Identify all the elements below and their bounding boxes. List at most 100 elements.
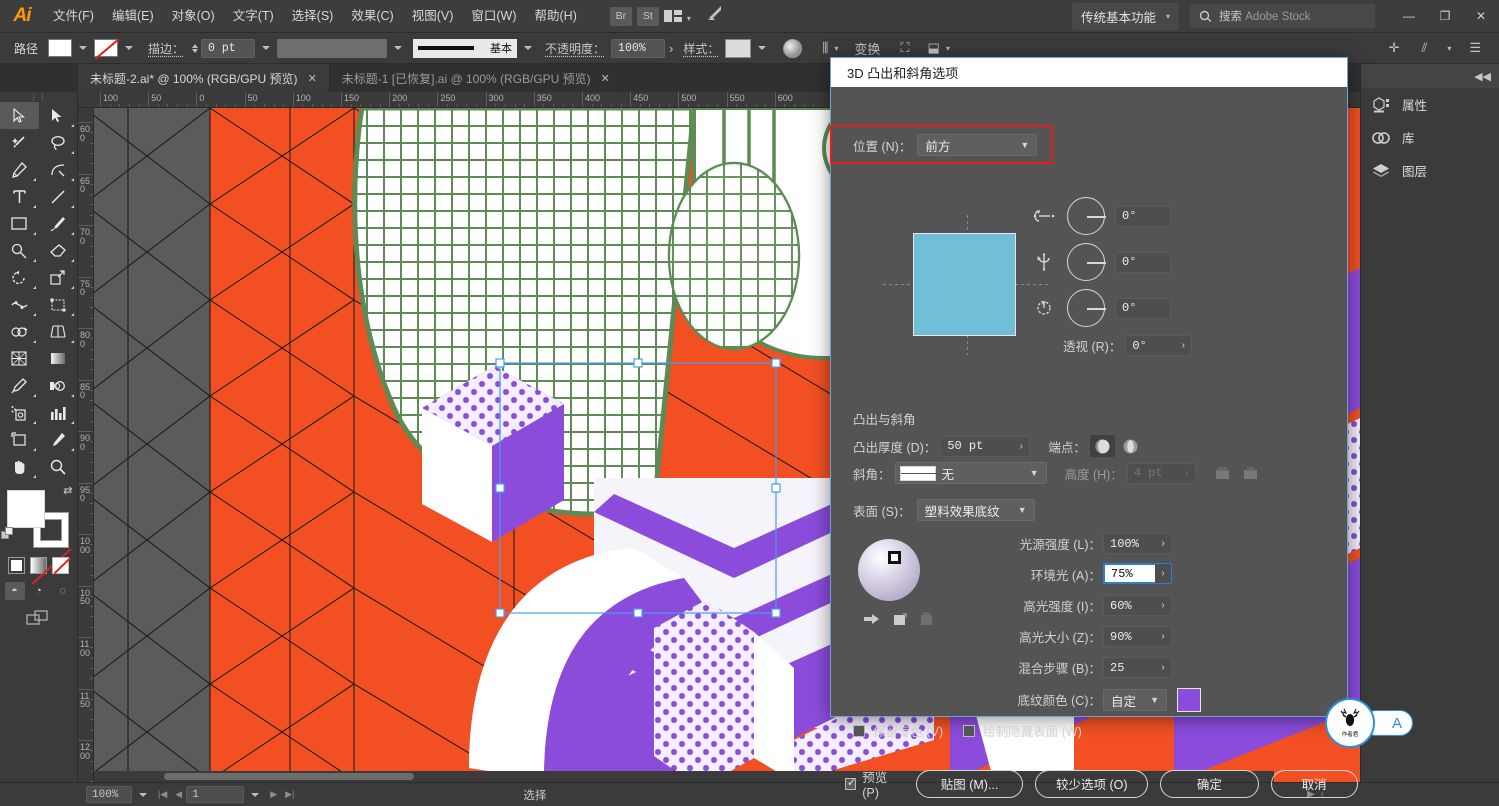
paintbrush-tool[interactable]: [39, 210, 78, 237]
collapse-panels-button[interactable]: ◀◀: [1361, 64, 1499, 88]
blend-steps-input[interactable]: 25: [1103, 657, 1155, 678]
preserve-spot-checkbox[interactable]: [853, 724, 865, 737]
stroke-weight-dropdown-icon[interactable]: [262, 46, 271, 50]
free-transform-tool[interactable]: [39, 291, 78, 318]
ambient-light-input[interactable]: 75%: [1103, 563, 1155, 584]
stroke-dropdown-icon[interactable]: [125, 46, 134, 50]
hand-tool[interactable]: [0, 453, 39, 480]
y-rotate-input[interactable]: 0°: [1115, 251, 1171, 273]
fill-swatch[interactable]: [48, 39, 73, 57]
highlight-size-arrow[interactable]: ›: [1155, 626, 1172, 647]
stock-icon[interactable]: St: [636, 6, 659, 26]
swap-fill-stroke-icon[interactable]: ⇄: [63, 484, 72, 497]
prev-artboard-icon[interactable]: ◀: [171, 789, 186, 800]
gradient-tool[interactable]: [39, 345, 78, 372]
style-dropdown-icon[interactable]: [758, 46, 767, 50]
slice-tool[interactable]: [39, 426, 78, 453]
zoom-dropdown-icon[interactable]: [139, 792, 147, 797]
bridge-icon[interactable]: Br: [609, 6, 632, 26]
ok-button[interactable]: 确定: [1160, 769, 1259, 798]
style-label[interactable]: 样式：: [683, 40, 719, 57]
menu-select[interactable]: 选择(S): [283, 0, 343, 33]
stroke-swatch[interactable]: [94, 39, 119, 57]
z-rotate-dial[interactable]: [1067, 289, 1106, 327]
zoom-level-input[interactable]: 100%: [86, 786, 132, 803]
draw-behind-button[interactable]: ◔: [29, 582, 49, 600]
draw-hidden-checkbox[interactable]: [963, 724, 976, 737]
transform-label[interactable]: 变换: [850, 39, 884, 58]
rectangle-tool[interactable]: [0, 210, 39, 237]
light-intensity-input[interactable]: 100%: [1103, 533, 1155, 554]
close-icon[interactable]: ✕: [601, 72, 610, 85]
direct-selection-tool[interactable]: [39, 102, 78, 129]
preview-checkbox[interactable]: [845, 776, 856, 790]
opacity-input[interactable]: 100%: [611, 38, 666, 58]
horizontal-scroll-thumb[interactable]: [164, 773, 414, 780]
zoom-tool[interactable]: [39, 453, 78, 480]
bevel-select[interactable]: 无 ▼: [894, 462, 1047, 484]
new-light-icon[interactable]: [894, 612, 907, 629]
stroke-stepper[interactable]: [192, 43, 199, 53]
symbol-sprayer-tool[interactable]: [0, 399, 39, 426]
distribute-icon[interactable]: ⫽: [1418, 40, 1432, 56]
cap-hollow-button[interactable]: [1118, 435, 1143, 457]
panel-item-library[interactable]: 库: [1361, 121, 1499, 154]
surface-select[interactable]: 塑料效果底纹 ▼: [916, 499, 1035, 521]
next-artboard-icon[interactable]: ▶: [266, 789, 281, 800]
magic-wand-tool[interactable]: [0, 129, 39, 156]
fill-dropdown-icon[interactable]: [79, 46, 88, 50]
maximize-button[interactable]: ❐: [1427, 0, 1463, 33]
selection-tool[interactable]: [0, 102, 39, 129]
move-light-back-icon[interactable]: [864, 613, 881, 628]
none-fill-button[interactable]: [52, 557, 69, 574]
document-tab-active[interactable]: 未标题-2.ai* @ 100% (RGB/GPU 预览) ✕: [78, 64, 330, 92]
first-artboard-icon[interactable]: |◀: [154, 789, 171, 800]
shade-color-swatch[interactable]: [1177, 688, 1201, 712]
x-rotate-dial[interactable]: [1067, 197, 1106, 235]
highlight-intensity-input[interactable]: 60%: [1103, 595, 1155, 616]
rotate-tool[interactable]: [0, 264, 39, 291]
draw-normal-button[interactable]: ◓: [4, 582, 25, 600]
chevron-down-icon[interactable]: ▾: [946, 44, 950, 53]
stroke-weight-input[interactable]: 0 pt: [201, 38, 256, 58]
shaper-tool[interactable]: [0, 237, 39, 264]
align-icon[interactable]: ⫼: [818, 40, 832, 56]
cancel-button[interactable]: 取消: [1270, 769, 1358, 798]
rotation-cube-preview[interactable]: [883, 215, 1051, 355]
graphic-style-swatch[interactable]: [725, 38, 752, 58]
light-intensity-arrow[interactable]: ›: [1155, 533, 1172, 554]
artboard-tool[interactable]: [0, 426, 39, 453]
stock-search-input[interactable]: 搜索 Adobe Stock: [1189, 4, 1375, 28]
blend-steps-arrow[interactable]: ›: [1155, 657, 1172, 678]
eyedropper-tool[interactable]: [0, 372, 39, 399]
align-center-icon[interactable]: ✛: [1385, 40, 1404, 56]
variable-width-profile[interactable]: [277, 38, 388, 58]
toolbar-drag-handle[interactable]: ⋮⋮: [0, 92, 77, 102]
line-segment-tool[interactable]: [39, 183, 78, 210]
menu-help[interactable]: 帮助(H): [526, 0, 586, 33]
document-tab-inactive[interactable]: 未标题-1 [已恢复].ai @ 100% (RGB/GPU 预览) ✕: [329, 64, 623, 92]
sail-icon[interactable]: [706, 5, 723, 27]
artboard-number-input[interactable]: 1: [186, 786, 245, 803]
fill-color-indicator[interactable]: [6, 490, 45, 528]
pen-tool[interactable]: [0, 156, 39, 183]
shade-color-select[interactable]: 自定 ▼: [1103, 689, 1167, 711]
fewer-options-button[interactable]: 较少选项 (O): [1035, 769, 1149, 798]
cap-solid-button[interactable]: [1089, 435, 1115, 457]
close-button[interactable]: ✕: [1463, 0, 1499, 33]
menu-effect[interactable]: 效果(C): [342, 0, 402, 33]
curvature-tool[interactable]: [39, 156, 78, 183]
column-graph-tool[interactable]: [39, 399, 78, 426]
draw-inside-button[interactable]: ◌: [53, 582, 73, 600]
panel-menu-icon[interactable]: ☰: [1465, 40, 1485, 56]
default-fill-stroke-icon[interactable]: [0, 527, 15, 546]
artboard-dropdown-icon[interactable]: [251, 792, 260, 797]
workspace-switcher[interactable]: 传统基本功能 ▾: [1071, 2, 1179, 30]
chevron-down-icon[interactable]: ▾: [1447, 44, 1451, 53]
menu-object[interactable]: 对象(O): [163, 0, 224, 33]
minimize-button[interactable]: —: [1391, 0, 1427, 33]
menu-view[interactable]: 视图(V): [403, 0, 463, 33]
position-select[interactable]: 前方 ▼: [917, 134, 1038, 156]
screen-mode-button[interactable]: [0, 610, 77, 626]
panel-item-layers[interactable]: 图层: [1361, 154, 1499, 187]
